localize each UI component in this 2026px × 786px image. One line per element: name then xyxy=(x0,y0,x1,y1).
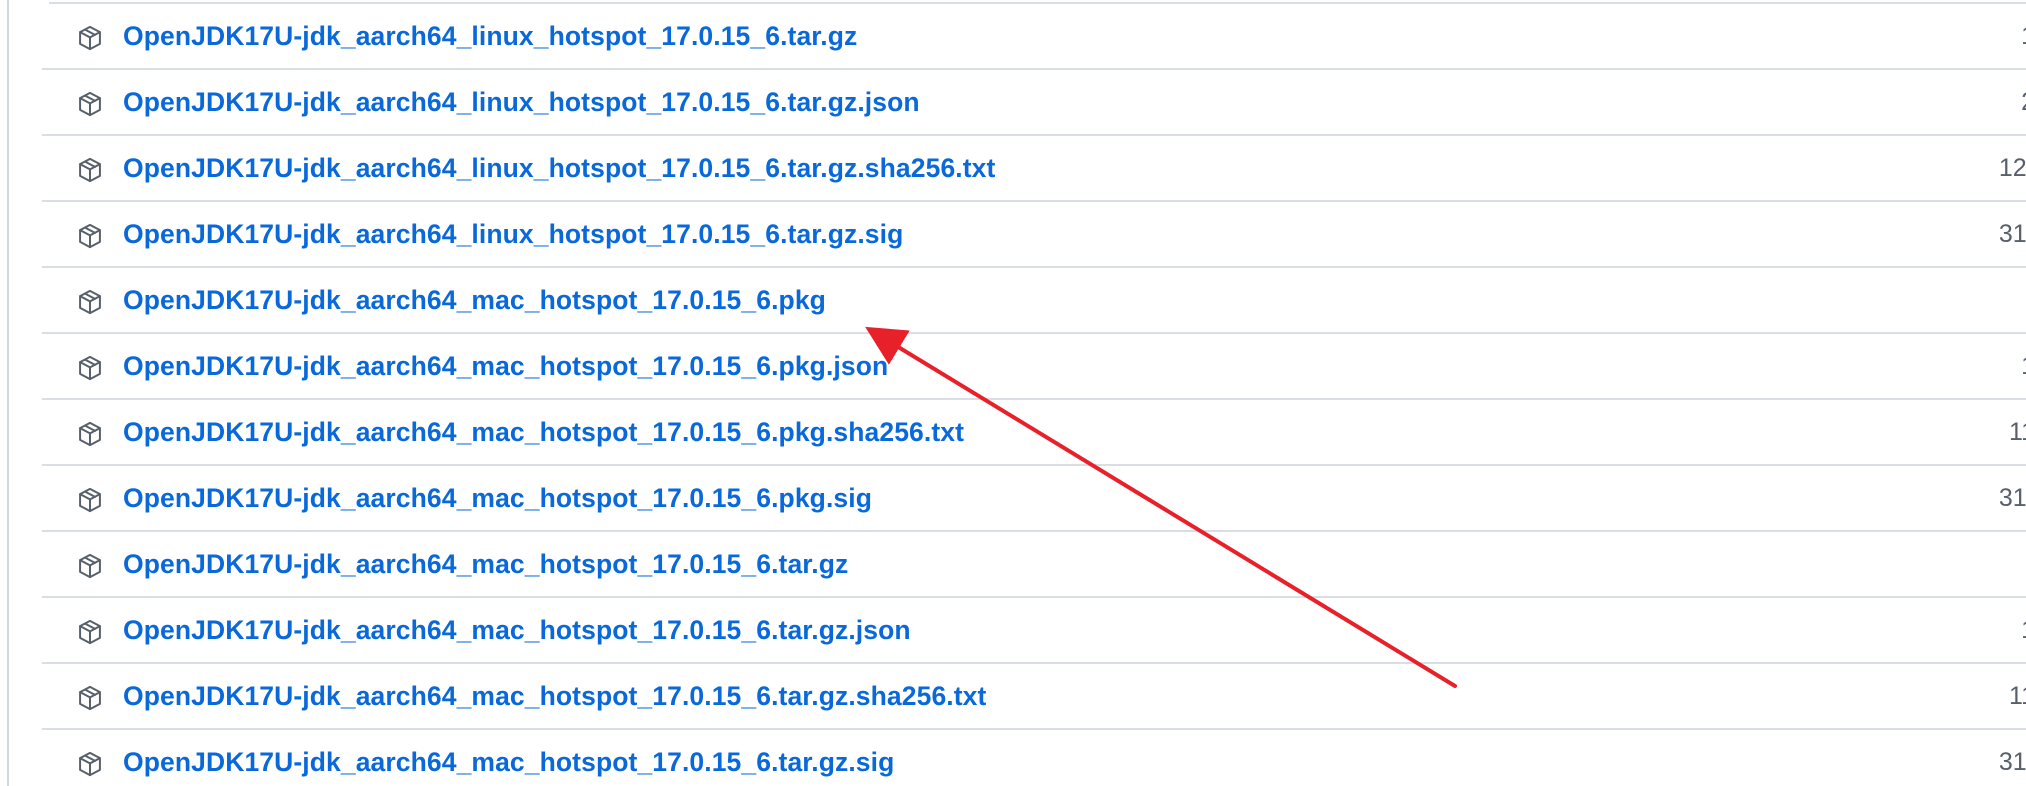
asset-row-1: OpenJDK17U-jdk_aarch64_linux_hotspot_17.… xyxy=(42,70,2026,136)
asset-download-link[interactable]: OpenJDK17U-jdk_aarch64_linux_hotspot_17.… xyxy=(123,70,920,134)
asset-download-link[interactable]: OpenJDK17U-jdk_aarch64_mac_hotspot_17.0.… xyxy=(123,730,894,786)
asset-download-link[interactable]: OpenJDK17U-jdk_aarch64_mac_hotspot_17.0.… xyxy=(123,268,826,332)
asset-download-link[interactable]: OpenJDK17U-jdk_aarch64_linux_hotspot_17.… xyxy=(123,136,995,200)
asset-row-11: OpenJDK17U-jdk_aarch64_mac_hotspot_17.0.… xyxy=(42,730,2026,786)
asset-row-0: OpenJDK17U-jdk_aarch64_linux_hotspot_17.… xyxy=(42,4,2026,70)
asset-download-link[interactable]: OpenJDK17U-jdk_aarch64_mac_hotspot_17.0.… xyxy=(123,532,848,596)
package-icon xyxy=(79,487,101,513)
asset-download-link[interactable]: OpenJDK17U-jdk_aarch64_mac_hotspot_17.0.… xyxy=(123,400,964,464)
asset-size: 1 xyxy=(2021,598,2026,662)
asset-download-link[interactable]: OpenJDK17U-jdk_aarch64_linux_hotspot_17.… xyxy=(123,202,903,266)
asset-row-3: OpenJDK17U-jdk_aarch64_linux_hotspot_17.… xyxy=(42,202,2026,268)
asset-row-5: OpenJDK17U-jdk_aarch64_mac_hotspot_17.0.… xyxy=(42,334,2026,400)
package-icon xyxy=(79,289,101,315)
asset-download-link[interactable]: OpenJDK17U-jdk_aarch64_mac_hotspot_17.0.… xyxy=(123,598,911,662)
asset-size: 1 xyxy=(2021,4,2026,68)
package-icon xyxy=(79,157,101,183)
package-icon xyxy=(79,223,101,249)
asset-row-6: OpenJDK17U-jdk_aarch64_mac_hotspot_17.0.… xyxy=(42,400,2026,466)
asset-download-link[interactable]: OpenJDK17U-jdk_aarch64_linux_hotspot_17.… xyxy=(123,4,857,68)
package-icon xyxy=(79,91,101,117)
package-icon xyxy=(79,25,101,51)
asset-size: 31( xyxy=(1998,220,2026,248)
asset-size: 11 xyxy=(2009,682,2026,710)
asset-download-link[interactable]: OpenJDK17U-jdk_aarch64_mac_hotspot_17.0.… xyxy=(123,466,872,530)
asset-size: 11 xyxy=(2009,418,2026,446)
asset-download-link[interactable]: OpenJDK17U-jdk_aarch64_mac_hotspot_17.0.… xyxy=(123,334,888,398)
asset-row-8: OpenJDK17U-jdk_aarch64_mac_hotspot_17.0.… xyxy=(42,532,2026,598)
asset-size: 31( xyxy=(1998,748,2026,776)
package-icon xyxy=(79,619,101,645)
package-icon xyxy=(79,553,101,579)
package-icon xyxy=(79,355,101,381)
asset-size: 31( xyxy=(1998,484,2026,512)
asset-row-9: OpenJDK17U-jdk_aarch64_mac_hotspot_17.0.… xyxy=(42,598,2026,664)
asset-list: OpenJDK17U-jdk_aarch64_linux_hotspot_17.… xyxy=(42,4,2026,786)
package-icon xyxy=(79,421,101,447)
asset-row-2: OpenJDK17U-jdk_aarch64_linux_hotspot_17.… xyxy=(42,136,2026,202)
asset-size: 12( xyxy=(1998,154,2026,182)
release-assets-panel: OpenJDK17U-jdk_aarch64_linux_hotspot_17.… xyxy=(7,0,2026,786)
package-icon xyxy=(79,685,101,711)
asset-row-7: OpenJDK17U-jdk_aarch64_mac_hotspot_17.0.… xyxy=(42,466,2026,532)
package-icon xyxy=(79,751,101,777)
asset-size: 1 xyxy=(2021,334,2026,398)
asset-size: 2 xyxy=(2021,70,2026,134)
asset-row-10: OpenJDK17U-jdk_aarch64_mac_hotspot_17.0.… xyxy=(42,664,2026,730)
asset-row-4: OpenJDK17U-jdk_aarch64_mac_hotspot_17.0.… xyxy=(42,268,2026,334)
asset-download-link[interactable]: OpenJDK17U-jdk_aarch64_mac_hotspot_17.0.… xyxy=(123,664,986,728)
